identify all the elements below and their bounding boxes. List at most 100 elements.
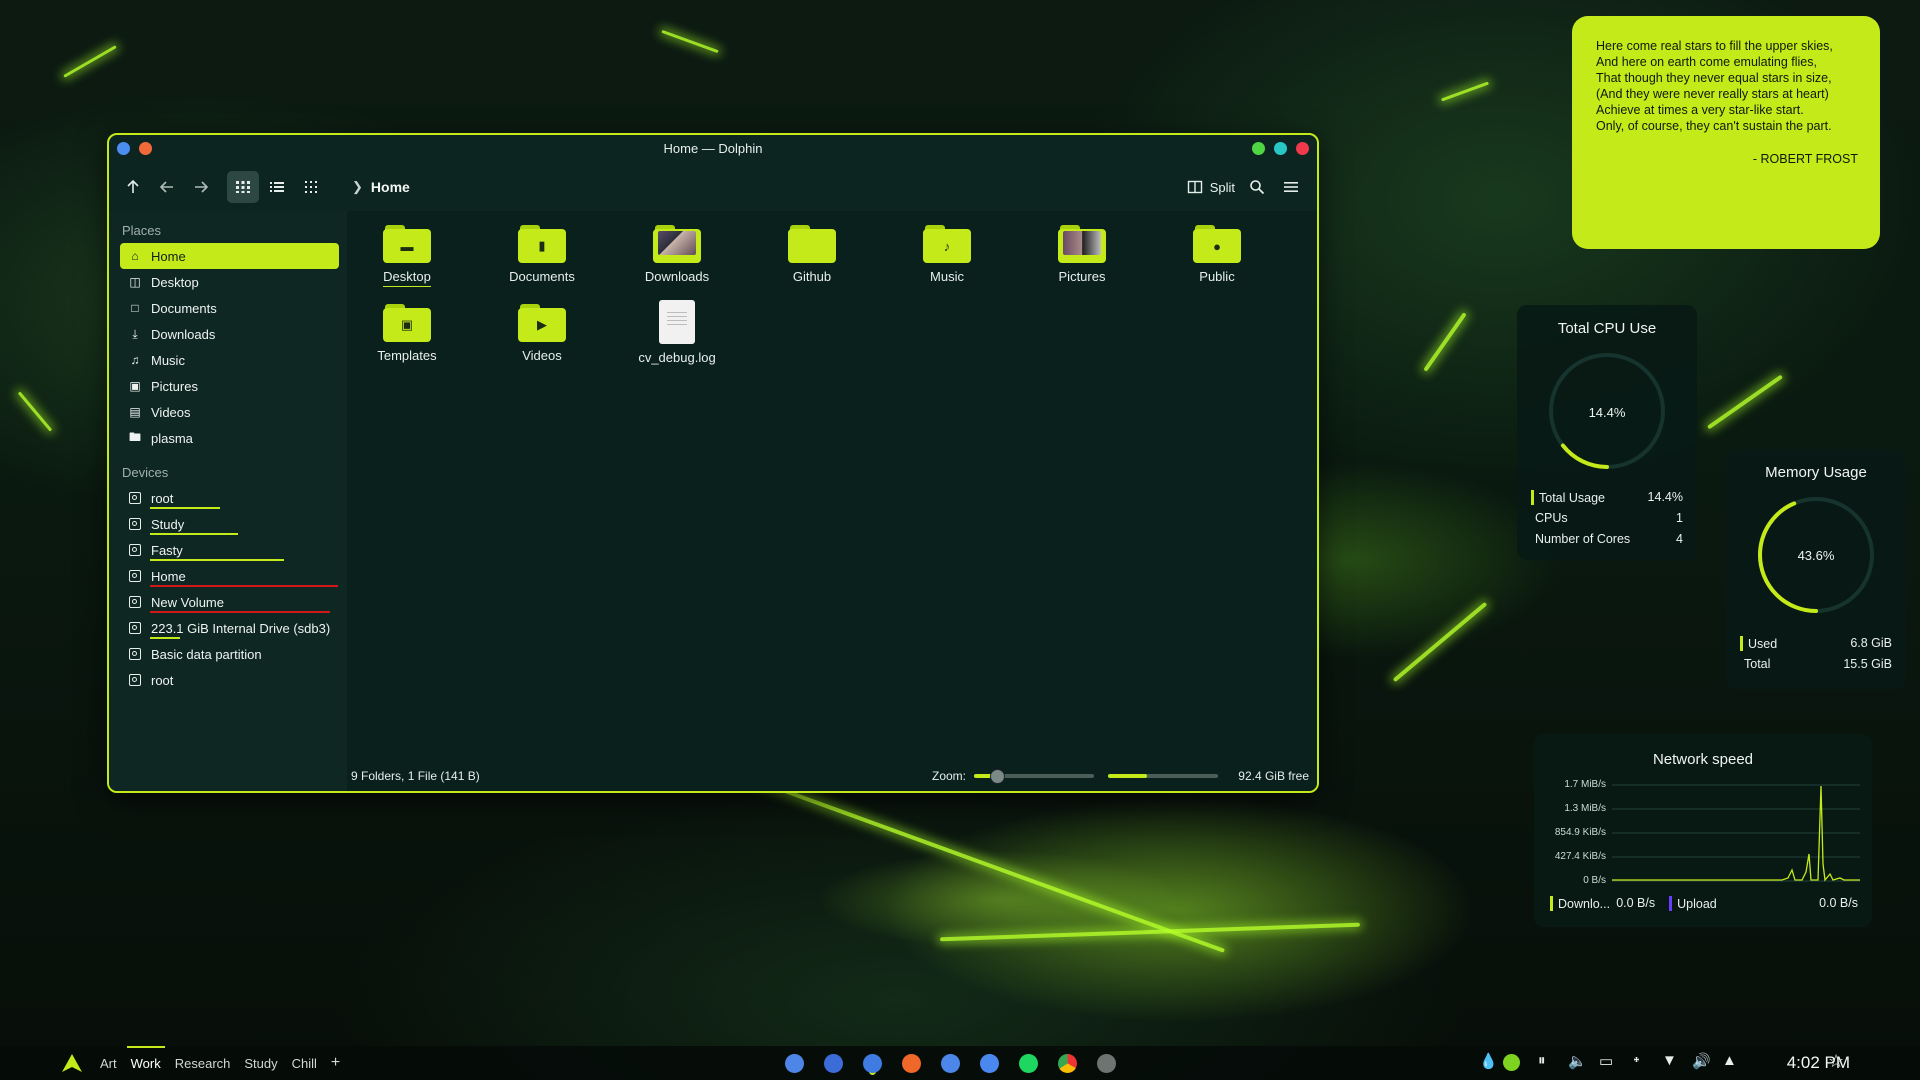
window-menu-button[interactable] <box>117 142 130 155</box>
compact-view-button[interactable] <box>295 171 327 203</box>
desktop-tab-work[interactable]: Work <box>124 1046 168 1080</box>
pause-icon[interactable]: ⏸ <box>1538 1052 1546 1069</box>
settings-app-icon[interactable] <box>980 1054 999 1073</box>
back-arrow-icon[interactable] <box>151 171 183 203</box>
search-icon[interactable] <box>1241 171 1273 203</box>
file-item-desktop[interactable]: ▬ Desktop <box>347 221 467 287</box>
file-item-videos[interactable]: ▶ Videos <box>482 300 602 363</box>
desktop-tab-study[interactable]: Study <box>237 1046 284 1080</box>
sidebar-item-plasma[interactable]: 🖿 plasma <box>120 425 339 451</box>
breadcrumb[interactable]: ❯ Home <box>352 171 410 203</box>
forward-arrow-icon[interactable] <box>185 171 217 203</box>
brave-icon[interactable] <box>902 1054 921 1073</box>
memory-widget: Memory Usage 43.6% Used 6.8 GiB Total 15.5… <box>1726 449 1906 689</box>
virtual-desktop-pager: Art Work Research Study Chill + <box>93 1046 347 1080</box>
zoom-slider-handle[interactable] <box>989 769 1005 784</box>
spotify-icon[interactable] <box>1019 1054 1038 1073</box>
icons-view-button[interactable] <box>227 171 259 203</box>
bluetooth-icon[interactable]: ᛭ <box>1632 1052 1641 1069</box>
desktop-tab-art[interactable]: Art <box>93 1046 124 1080</box>
desktop-tab-chill[interactable]: Chill <box>285 1046 324 1080</box>
chromium-icon[interactable] <box>941 1054 960 1073</box>
file-item-github[interactable]: Github <box>752 221 872 284</box>
sidebar-item-downloads[interactable]: ⤓ Downloads <box>120 321 339 347</box>
droplet-icon[interactable]: 💧 <box>1479 1052 1498 1070</box>
split-view-icon <box>1187 180 1202 194</box>
split-button[interactable]: Split <box>1187 171 1235 203</box>
window-title: Home — Dolphin <box>663 140 763 156</box>
chrome-icon[interactable] <box>1058 1054 1077 1073</box>
network-tick: 854.9 KiB/s <box>1554 827 1606 838</box>
file-item-public[interactable]: ● Public <box>1157 221 1277 284</box>
drive-icon <box>129 648 141 660</box>
device-item-study[interactable]: Study <box>120 511 339 537</box>
memory-title: Memory Usage <box>1765 464 1867 481</box>
sidebar-item-music[interactable]: ♫ Music <box>120 347 339 373</box>
file-name: Documents <box>509 269 575 284</box>
tray-expand-icon[interactable]: ▲ <box>1722 1052 1737 1069</box>
device-item-internal-drive[interactable]: 223.1 GiB Internal Drive (sdb3) <box>120 615 339 641</box>
pin-button[interactable] <box>139 142 152 155</box>
firefly-streak <box>63 45 117 78</box>
breadcrumb-home[interactable]: Home <box>371 179 410 195</box>
device-item-basic-data-partition[interactable]: Basic data partition <box>120 641 339 667</box>
file-item-downloads[interactable]: Downloads <box>617 221 737 284</box>
sidebar-item-desktop[interactable]: ◫ Desktop <box>120 269 339 295</box>
add-desktop-button[interactable]: + <box>324 1046 347 1080</box>
firefly-streak <box>17 391 53 432</box>
network-tick: 1.3 MiB/s <box>1564 803 1606 814</box>
file-name: Desktop <box>383 269 431 287</box>
star-icon[interactable]: ☆ <box>1828 1051 1844 1072</box>
zoom-slider[interactable] <box>974 769 1095 784</box>
wifi-icon[interactable]: ▼ <box>1662 1052 1677 1069</box>
launcher-icon[interactable] <box>57 1053 87 1073</box>
drive-icon <box>129 492 141 504</box>
zoom-label: Zoom: <box>932 769 967 783</box>
cpu-percent: 14.4% <box>1588 405 1626 420</box>
desktop-icon: ◫ <box>129 275 141 289</box>
details-view-button[interactable] <box>261 171 293 203</box>
device-label: Study <box>151 516 185 532</box>
cpu-row: CPUs 1 <box>1531 511 1683 525</box>
folder-icon <box>788 225 836 263</box>
sidebar-item-documents[interactable]: □ Documents <box>120 295 339 321</box>
title-bar[interactable]: Home — Dolphin <box>109 135 1317 161</box>
file-name: Downloads <box>644 269 710 284</box>
battery-icon[interactable]: ▭ <box>1599 1052 1613 1070</box>
file-view[interactable]: ▬ Desktop ▮ Documents Downloads Github ♪… <box>347 211 1317 791</box>
file-item-music[interactable]: ♪ Music <box>887 221 1007 284</box>
file-name: Pictures <box>1058 269 1106 284</box>
hamburger-menu-icon[interactable] <box>1275 171 1307 203</box>
status-indicator-icon[interactable] <box>1503 1054 1520 1071</box>
device-item-new-volume[interactable]: New Volume <box>120 589 339 615</box>
sidebar-item-home[interactable]: ⌂ Home <box>120 243 339 269</box>
volume-icon[interactable]: 🔊 <box>1692 1052 1711 1070</box>
device-item-root-2[interactable]: root <box>120 667 339 693</box>
close-button[interactable] <box>1296 142 1309 155</box>
maximize-button[interactable] <box>1274 142 1287 155</box>
minimize-button[interactable] <box>1252 142 1265 155</box>
file-name: Public <box>1199 269 1235 284</box>
device-item-root[interactable]: root <box>120 485 339 511</box>
quote-line: Only, of course, they can't sustain the … <box>1596 119 1832 133</box>
terminal-icon[interactable] <box>1097 1054 1116 1073</box>
browser-icon[interactable] <box>785 1054 804 1073</box>
dolphin-icon[interactable] <box>863 1054 882 1073</box>
sidebar-item-pictures[interactable]: ▣ Pictures <box>120 373 339 399</box>
public-folder-icon: ● <box>1193 225 1241 263</box>
file-item-pictures[interactable]: Pictures <box>1022 221 1142 284</box>
up-arrow-icon[interactable] <box>117 171 149 203</box>
music-icon: ♫ <box>130 353 140 367</box>
device-item-fasty[interactable]: Fasty <box>120 537 339 563</box>
mail-icon[interactable] <box>824 1054 843 1073</box>
file-item-documents[interactable]: ▮ Documents <box>482 221 602 284</box>
file-item-templates[interactable]: ▣ Templates <box>347 300 467 363</box>
home-icon: ⌂ <box>131 249 139 263</box>
media-volume-icon[interactable]: 🔈 <box>1568 1052 1587 1070</box>
drive-icon <box>129 622 141 634</box>
file-item-cv-debug-log[interactable]: cv_debug.log <box>617 300 737 365</box>
desktop-tab-research[interactable]: Research <box>168 1046 238 1080</box>
sidebar-item-videos[interactable]: ▤ Videos <box>120 399 339 425</box>
upload-label: Upload <box>1677 896 1717 911</box>
device-item-home[interactable]: Home <box>120 563 339 589</box>
